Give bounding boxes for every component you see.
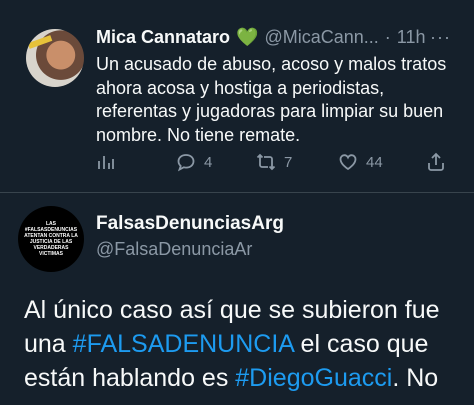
tweet1-actions: 4 7 44: [96, 152, 456, 178]
timestamp[interactable]: 11h: [397, 27, 426, 47]
analytics-icon: [98, 156, 114, 169]
author-name[interactable]: FalsasDenunciasArg: [96, 213, 284, 235]
retweet-count: 7: [284, 153, 293, 171]
avatar-falsasdenuncias[interactable]: LAS #FALSASDENUNCIAS ATENTAN CONTRA LA J…: [18, 206, 84, 272]
hashtag-link[interactable]: #DiegoGuacci: [235, 364, 392, 392]
author-handle[interactable]: @MicaCann...: [264, 27, 378, 47]
text-fragment: están hablando es: [24, 364, 236, 392]
avatar-mica[interactable]: [26, 29, 84, 87]
like-icon: [339, 154, 357, 171]
separator-dot: ·: [384, 27, 391, 47]
author-handle[interactable]: @FalsaDenunciaAr: [96, 239, 252, 260]
avatar-text: LAS #FALSASDENUNCIAS ATENTAN CONTRA LA J…: [24, 221, 78, 257]
analytics-button[interactable]: [96, 152, 116, 172]
tweet1-text: Un acusado de abuso, acoso y malos trato…: [96, 54, 447, 145]
text-fragment: . No: [392, 364, 439, 392]
tweet2-text: Al único caso así que se subieron fue un…: [24, 293, 464, 395]
author-name[interactable]: Mica Cannataro: [96, 27, 230, 47]
text-fragment: una: [24, 330, 73, 358]
reply-count: 4: [204, 153, 213, 171]
reply-button[interactable]: 4: [176, 152, 212, 172]
tweet1-header: Mica Cannataro 💚 @MicaCann... · 11h: [96, 27, 425, 48]
like-count: 44: [366, 153, 383, 171]
hashtag-link[interactable]: #FALSADENUNCIA: [73, 330, 294, 358]
share-button[interactable]: [426, 152, 446, 172]
tweet2-line1: Al único caso así que se subieron fue: [24, 296, 440, 324]
retweet-icon: [256, 153, 276, 171]
tweet2-line3: están hablando es #DiegoGuacci. No: [24, 361, 464, 395]
retweet-button[interactable]: 7: [256, 152, 292, 172]
reply-icon: [177, 154, 195, 172]
divider: [0, 192, 474, 193]
text-fragment: el caso que: [293, 330, 429, 358]
green-heart-icon: 💚: [236, 27, 259, 47]
more-icon[interactable]: ···: [430, 27, 451, 48]
tweet2-line2: una #FALSADENUNCIA el caso que: [24, 327, 464, 361]
like-button[interactable]: 44: [338, 152, 383, 172]
share-icon: [428, 152, 444, 171]
